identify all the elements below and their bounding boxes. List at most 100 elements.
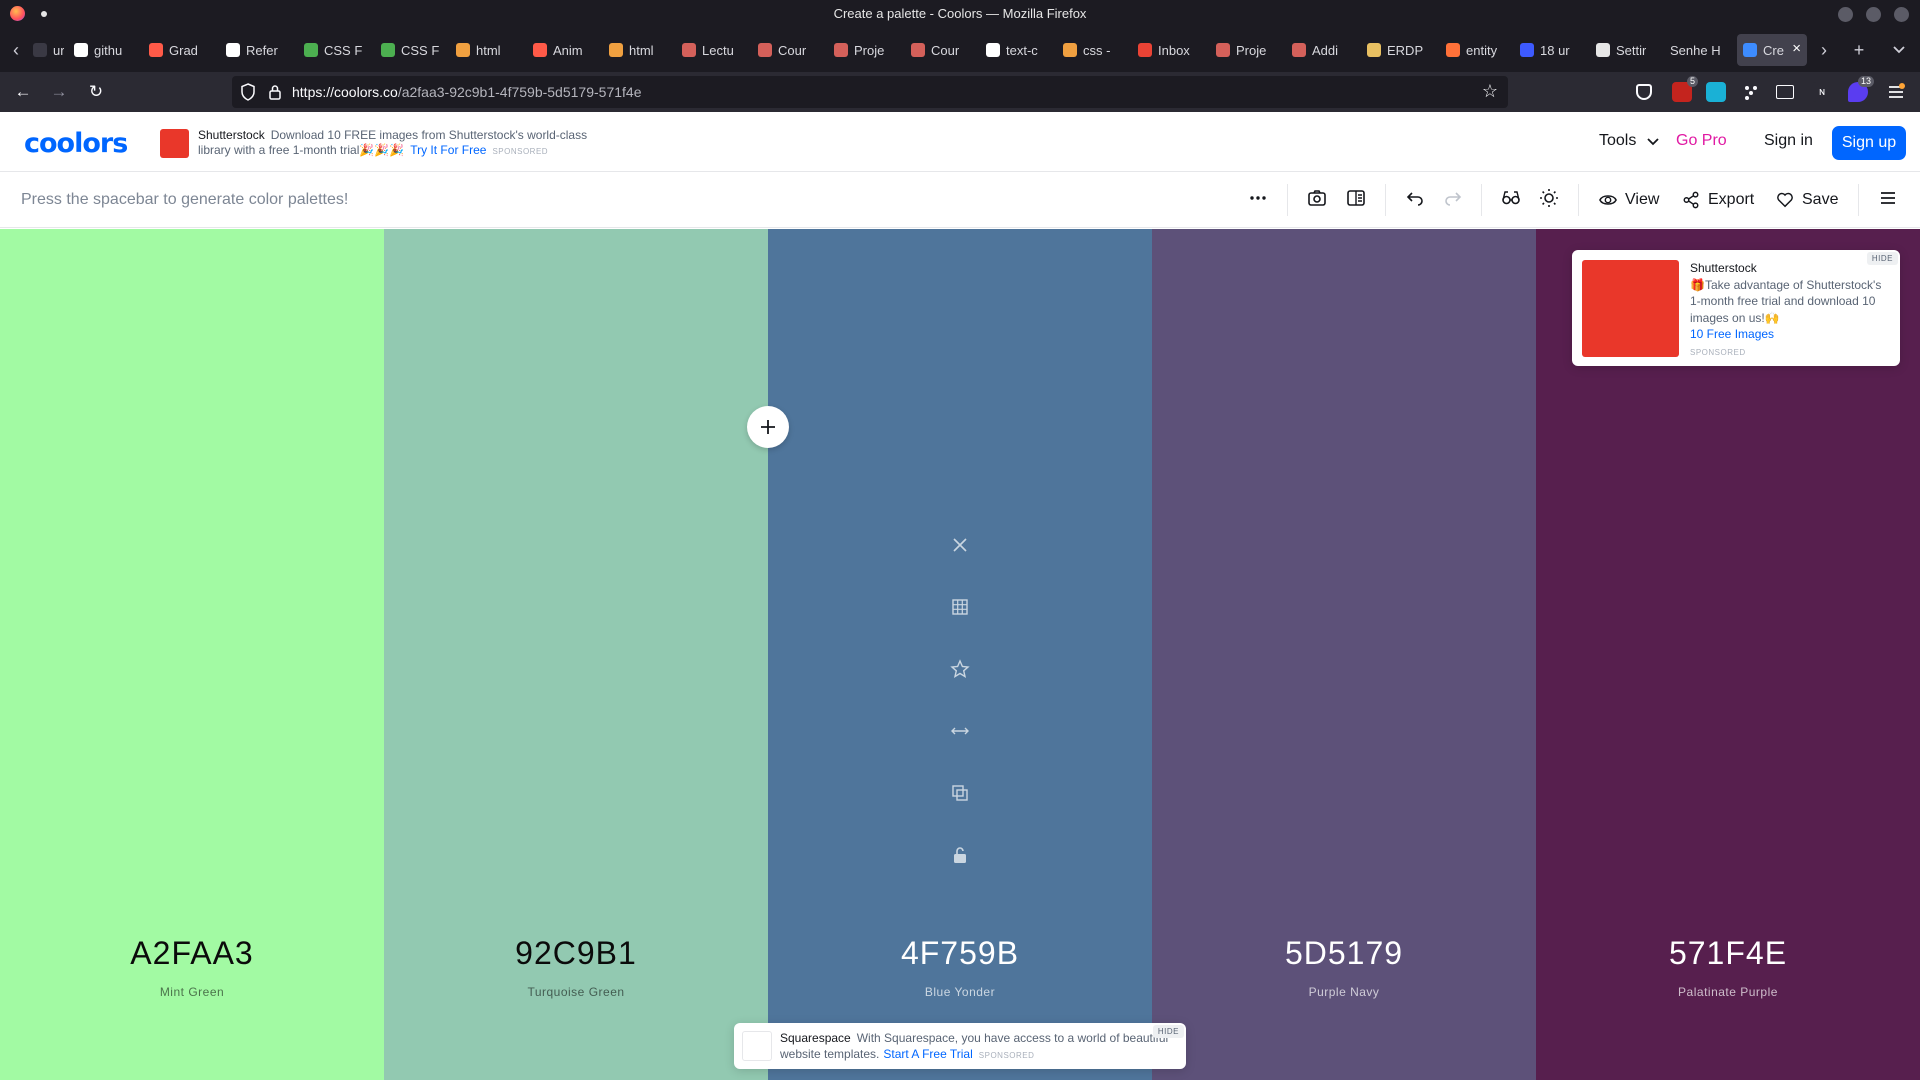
sidebar-ad-cta[interactable]: 10 Free Images: [1690, 326, 1890, 343]
color-name: Palatinate Purple: [1678, 985, 1778, 999]
info-icon: [74, 43, 88, 57]
tab-5[interactable]: CSS F: [375, 34, 446, 66]
url-bar[interactable]: https://coolors.co/a2faa3-92c9b1-4f759b-…: [232, 76, 1508, 108]
tab-17[interactable]: Addi: [1286, 34, 1357, 66]
color-hex[interactable]: 5D5179: [1152, 935, 1536, 972]
hide-ad-button[interactable]: HIDE: [1152, 1025, 1184, 1038]
tab-22[interactable]: Senhe H: [1664, 34, 1733, 66]
tab-2[interactable]: Grad: [143, 34, 216, 66]
tab-19[interactable]: entity: [1440, 34, 1510, 66]
dots-extension-icon[interactable]: [1742, 83, 1760, 101]
add-color-button[interactable]: [747, 406, 789, 448]
tab-4[interactable]: CSS F: [298, 34, 371, 66]
tab-15[interactable]: Inbox: [1132, 34, 1206, 66]
tab-6[interactable]: html: [450, 34, 523, 66]
reader-extension-icon[interactable]: [1776, 85, 1794, 99]
hide-ad-button[interactable]: HIDE: [1866, 252, 1898, 265]
tab-14[interactable]: css -: [1057, 34, 1128, 66]
sign-up-button[interactable]: Sign up: [1832, 126, 1906, 160]
color-swatch[interactable]: 4F759B Blue Yonder: [768, 229, 1152, 1080]
minimize-button[interactable]: [1838, 7, 1853, 22]
copy-hex-icon[interactable]: [940, 773, 980, 813]
maximize-button[interactable]: [1866, 7, 1881, 22]
brightness-icon[interactable]: [1537, 188, 1561, 212]
tab-label: ERDP: [1387, 42, 1424, 58]
sidebar-ad[interactable]: Shutterstock 🎁Take advantage of Shutters…: [1572, 250, 1900, 366]
coolors-logo[interactable]: coolors: [24, 128, 128, 159]
bookmark-star-icon[interactable]: ☆: [1482, 81, 1498, 102]
export-button[interactable]: Export: [1682, 188, 1754, 212]
bottom-ad-cta[interactable]: Start A Free Trial: [883, 1047, 972, 1061]
tab-18[interactable]: ERDP: [1361, 34, 1436, 66]
color-swatch[interactable]: A2FAA3 Mint Green: [0, 229, 384, 1080]
color-hex[interactable]: 92C9B1: [384, 935, 768, 972]
app-menu-icon[interactable]: [1886, 82, 1906, 102]
color-swatch[interactable]: 92C9B1 Turquoise Green: [384, 229, 768, 1080]
tab-label: css -: [1083, 42, 1111, 58]
color-name: Blue Yonder: [924, 985, 996, 999]
forward-icon[interactable]: →: [47, 80, 71, 104]
split-view-icon[interactable]: [1344, 188, 1368, 212]
color-hex[interactable]: A2FAA3: [0, 935, 384, 972]
camera-icon[interactable]: [1305, 188, 1329, 212]
ublock-icon[interactable]: 5: [1672, 76, 1698, 102]
color-hex[interactable]: 571F4E: [1536, 935, 1920, 972]
tab-20[interactable]: 18 ur: [1514, 34, 1586, 66]
header-ad[interactable]: Shutterstock Download 10 FREE images from…: [198, 128, 588, 159]
tab-10[interactable]: Cour: [752, 34, 824, 66]
go-pro-link[interactable]: Go Pro: [1676, 132, 1727, 150]
glasses-icon[interactable]: [1499, 188, 1523, 212]
undo-icon[interactable]: [1403, 188, 1427, 212]
shutterstock-ad-image[interactable]: [1582, 260, 1679, 357]
color-hex[interactable]: 4F759B: [768, 935, 1152, 972]
save-label: Save: [1802, 191, 1839, 208]
tab-23[interactable]: Cre ×: [1737, 34, 1807, 66]
tab-1[interactable]: githu: [68, 34, 139, 66]
back-icon[interactable]: ←: [11, 80, 35, 104]
header-ad-cta[interactable]: Try It For Free: [410, 143, 486, 157]
hamburger-menu-icon[interactable]: [1876, 188, 1900, 212]
tools-menu[interactable]: Tools: [1599, 132, 1659, 150]
drag-icon[interactable]: [940, 711, 980, 751]
tracking-shield-icon[interactable]: [240, 83, 256, 101]
remove-color-icon[interactable]: [940, 525, 980, 565]
tab-21[interactable]: Settir: [1590, 34, 1660, 66]
sidebar-ad-brand: Shutterstock: [1690, 261, 1757, 275]
save-extension-icon[interactable]: [1706, 82, 1726, 102]
squarespace-ad-image[interactable]: [742, 1031, 772, 1061]
tab-scroll-left-icon[interactable]: ‹: [6, 38, 26, 62]
tab-3[interactable]: Refer: [220, 34, 294, 66]
list-all-tabs-icon[interactable]: [1887, 38, 1911, 62]
tab-12[interactable]: Cour: [905, 34, 976, 66]
view-shades-icon[interactable]: [940, 587, 980, 627]
notation-extension-icon[interactable]: ɴ: [1812, 82, 1832, 102]
lock-icon[interactable]: [268, 84, 282, 100]
pocket-icon[interactable]: [1636, 84, 1652, 100]
color-swatch[interactable]: 5D5179 Purple Navy: [1152, 229, 1536, 1080]
tab-13[interactable]: text-c: [980, 34, 1053, 66]
close-window-button[interactable]: [1894, 7, 1909, 22]
url-text[interactable]: https://coolors.co/a2faa3-92c9b1-4f759b-…: [292, 84, 641, 100]
tab-8[interactable]: html: [603, 34, 672, 66]
sign-in-link[interactable]: Sign in: [1764, 132, 1813, 150]
redo-icon[interactable]: [1441, 188, 1465, 212]
reload-icon[interactable]: ↻: [84, 80, 108, 104]
view-button[interactable]: View: [1599, 188, 1659, 212]
save-button[interactable]: Save: [1776, 188, 1838, 212]
tab-0[interactable]: ur: [27, 34, 64, 66]
tab-9[interactable]: Lectu: [676, 34, 748, 66]
unlock-icon[interactable]: [940, 835, 980, 875]
tab-scroll-right-icon[interactable]: ›: [1812, 38, 1836, 62]
more-options-icon[interactable]: [1246, 188, 1270, 212]
close-tab-icon[interactable]: ×: [1792, 40, 1801, 57]
tab-7[interactable]: Anim: [527, 34, 599, 66]
tab-16[interactable]: Proje: [1210, 34, 1282, 66]
save-color-star-icon[interactable]: [940, 649, 980, 689]
tab-11[interactable]: Proje: [828, 34, 901, 66]
bottom-ad[interactable]: Squarespace With Squarespace, you have ac…: [734, 1023, 1186, 1069]
shutterstock-ad-image[interactable]: [160, 129, 189, 158]
asterisk-icon: [533, 43, 547, 57]
toolbar-divider: [1481, 184, 1482, 216]
purple-extension-icon[interactable]: 13: [1848, 76, 1874, 102]
new-tab-icon[interactable]: +: [1847, 38, 1871, 62]
